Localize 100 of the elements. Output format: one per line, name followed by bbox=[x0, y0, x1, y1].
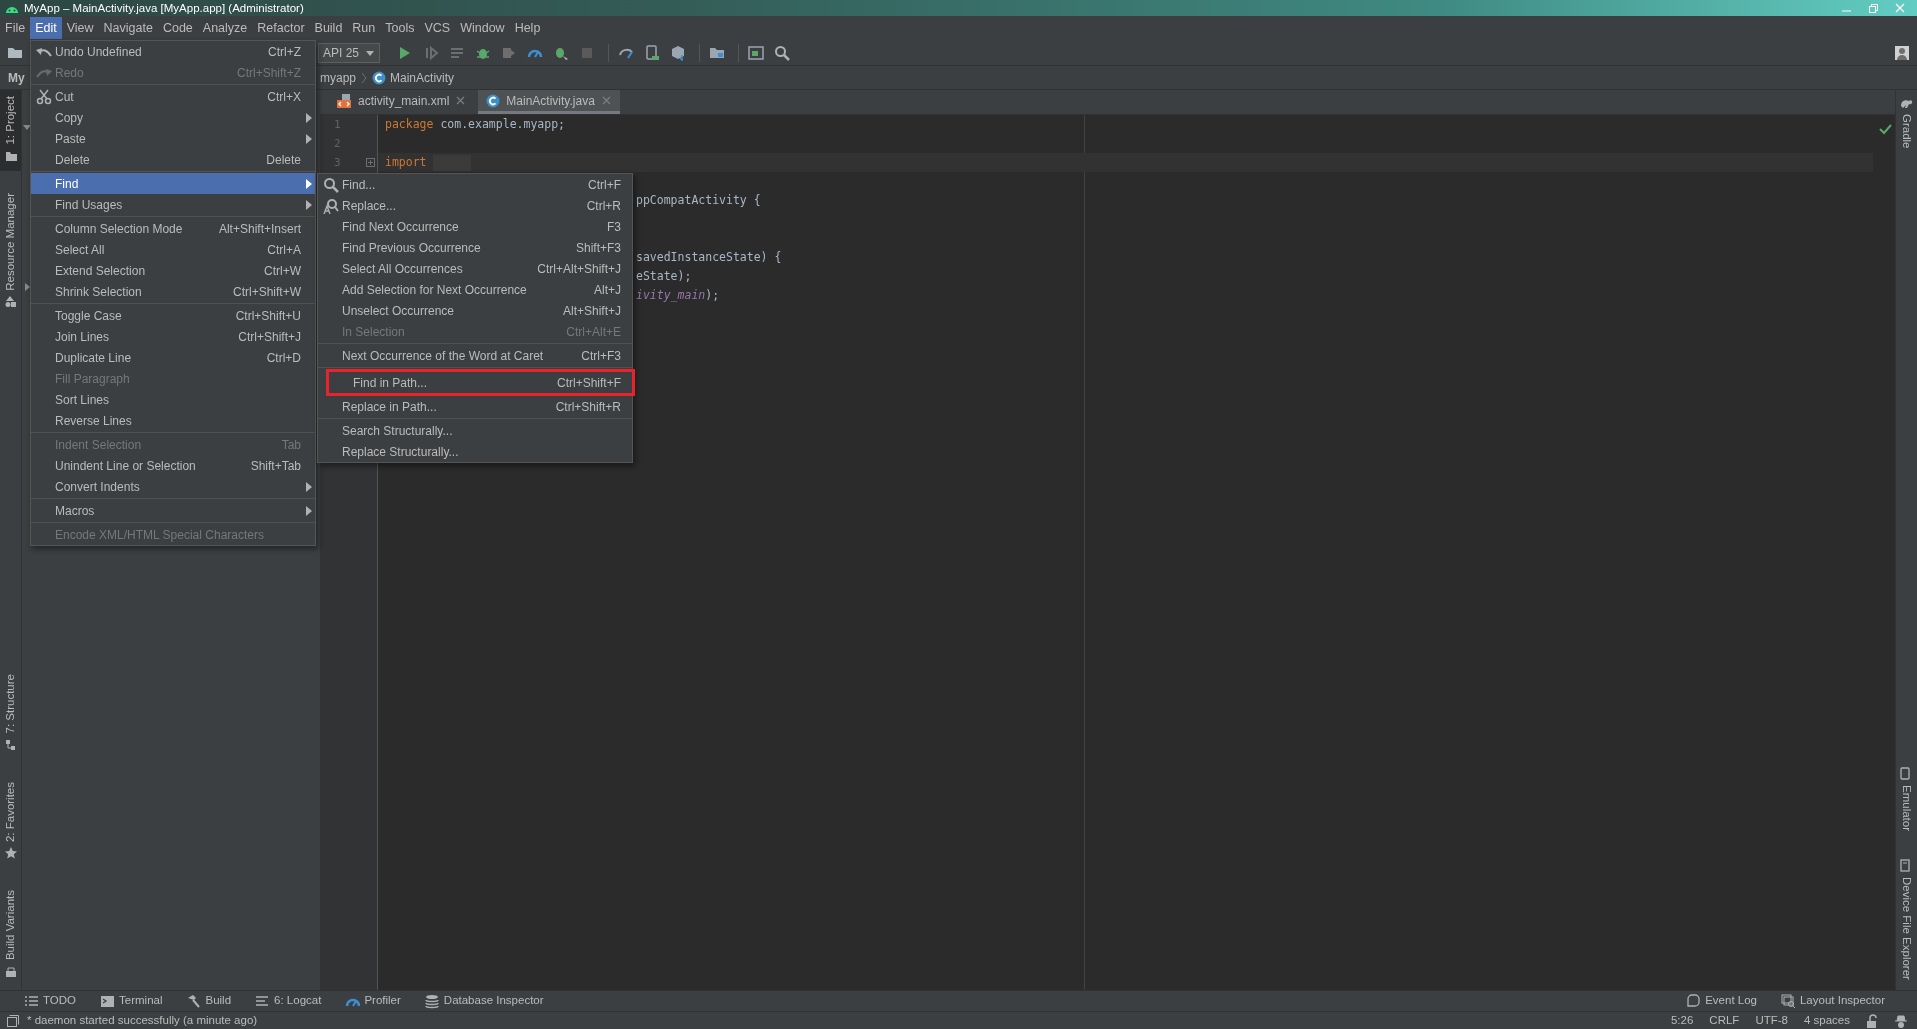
menu-item[interactable]: Find... Ctrl+F bbox=[318, 174, 632, 195]
status-item[interactable]: CRLF bbox=[1709, 1011, 1740, 1029]
restore-icon[interactable] bbox=[1868, 2, 1879, 14]
menu-item[interactable]: Duplicate Line Ctrl+D bbox=[31, 347, 315, 368]
menu-item[interactable]: Cut Ctrl+X bbox=[31, 86, 315, 107]
run-configuration-dropdown[interactable]: API 25 bbox=[318, 42, 381, 63]
fold-icon[interactable] bbox=[366, 158, 375, 167]
menu-item[interactable]: Find Previous Occurrence Shift+F3 bbox=[318, 237, 632, 258]
user-icon[interactable] bbox=[1894, 44, 1910, 61]
menu-item[interactable]: Find Next Occurrence F3 bbox=[318, 216, 632, 237]
menu-item[interactable]: Build bbox=[309, 17, 348, 39]
breadcrumb-item[interactable]: MainActivity bbox=[390, 68, 455, 87]
submenu-arrow-icon bbox=[304, 504, 312, 517]
menu-item[interactable]: Unindent Line or Selection Shift+Tab bbox=[31, 455, 315, 476]
code-line: ivity_main); bbox=[636, 287, 720, 304]
menu-item[interactable]: View bbox=[61, 17, 99, 39]
tool-window-button[interactable]: Terminal bbox=[92, 991, 171, 1011]
undo-icon bbox=[36, 46, 52, 57]
menu-item[interactable]: Delete Delete bbox=[31, 149, 315, 170]
terminal-icon bbox=[100, 993, 115, 1009]
tool-window-tab[interactable]: Gradle bbox=[1896, 90, 1917, 155]
search-icon[interactable] bbox=[774, 44, 791, 61]
tool-window-tab[interactable]: Device File Explorer bbox=[1896, 853, 1917, 986]
tool-window-button[interactable]: TODO bbox=[16, 991, 84, 1011]
editor-tab[interactable]: MainActivity.java bbox=[478, 90, 620, 114]
menu-item[interactable]: VCS bbox=[419, 17, 456, 39]
device-icon[interactable] bbox=[644, 44, 661, 61]
tool-window-tab[interactable]: 1: Project bbox=[0, 90, 21, 171]
close-icon[interactable] bbox=[455, 95, 467, 106]
menu-item[interactable]: Refactor bbox=[252, 17, 310, 39]
menu-item[interactable]: Window bbox=[455, 17, 510, 39]
tool-window-tab[interactable]: Build Variants bbox=[0, 883, 21, 986]
menu-item[interactable]: Undo Undefined Ctrl+Z bbox=[31, 41, 315, 62]
breadcrumb-item[interactable]: myapp bbox=[320, 68, 357, 87]
tool-window-button[interactable]: Profiler bbox=[337, 991, 409, 1011]
menu-item[interactable]: Help bbox=[509, 17, 546, 39]
close-icon[interactable] bbox=[600, 95, 612, 106]
menu-item[interactable]: Column Selection Mode Alt+Shift+Insert bbox=[31, 218, 315, 239]
menu-item[interactable]: Find Usages bbox=[31, 194, 315, 215]
menu-item[interactable]: Select All Ctrl+A bbox=[31, 239, 315, 260]
inspector-hat-icon[interactable] bbox=[1893, 1013, 1909, 1028]
menu-item[interactable]: Tools bbox=[380, 17, 420, 39]
hammer-icon bbox=[186, 993, 202, 1009]
status-item[interactable]: UTF-8 bbox=[1755, 1011, 1788, 1029]
menu-item[interactable]: Sort Lines bbox=[31, 389, 315, 410]
menu-item[interactable]: Paste bbox=[31, 128, 315, 149]
menu-item[interactable]: Macros bbox=[31, 500, 315, 521]
lock-icon[interactable] bbox=[1866, 1013, 1877, 1028]
status-item[interactable]: 4 spaces bbox=[1803, 1011, 1850, 1029]
tool-window-tab[interactable]: Emulator bbox=[1896, 761, 1917, 838]
menu-item[interactable]: File bbox=[0, 17, 31, 39]
list-icon bbox=[24, 993, 39, 1009]
window-title: MyApp – MainActivity.java [MyApp.app] (Administrator) bbox=[24, 1, 304, 16]
status-item[interactable]: 5:26 bbox=[1670, 1011, 1694, 1029]
menu-item[interactable]: Analyze bbox=[197, 17, 253, 39]
menu-item[interactable]: Select All Occurrences Ctrl+Alt+Shift+J bbox=[318, 258, 632, 279]
replace-icon bbox=[323, 197, 339, 214]
menu-item[interactable]: Code bbox=[157, 17, 198, 39]
menu-item[interactable]: Navigate bbox=[98, 17, 158, 39]
menu-item[interactable]: Copy bbox=[31, 107, 315, 128]
menu-item[interactable]: Replace Structurally... bbox=[318, 441, 632, 462]
editor-tab[interactable]: activity_main.xml bbox=[328, 90, 475, 114]
panel-toggle-icon[interactable] bbox=[6, 1013, 19, 1028]
database-icon bbox=[424, 993, 440, 1009]
menu-item[interactable]: Join Lines Ctrl+Shift+J bbox=[31, 326, 315, 347]
menu-item[interactable]: Find bbox=[31, 173, 315, 194]
menu-item[interactable]: Reverse Lines bbox=[31, 410, 315, 431]
menu-item[interactable]: Toggle Case Ctrl+Shift+U bbox=[31, 305, 315, 326]
menu-item[interactable]: Edit bbox=[30, 17, 62, 39]
menu-item[interactable]: Run bbox=[347, 17, 381, 39]
xml-file-icon bbox=[336, 92, 352, 109]
menu-item[interactable]: Unselect Occurrence Alt+Shift+J bbox=[318, 300, 632, 321]
cube-icon[interactable] bbox=[670, 44, 687, 61]
menu-item[interactable]: Extend Selection Ctrl+W bbox=[31, 260, 315, 281]
menu-item[interactable]: Search Structurally... bbox=[318, 420, 632, 441]
submenu-arrow-icon bbox=[304, 198, 312, 211]
tool-window-button[interactable]: Database Inspector bbox=[416, 991, 552, 1011]
tool-window-button[interactable]: Event Log bbox=[1678, 991, 1765, 1011]
tool-window-button[interactable]: Layout Inspector bbox=[1772, 991, 1893, 1011]
submenu-arrow-icon bbox=[304, 132, 312, 145]
tool-window-tab[interactable]: 2: Favorites bbox=[0, 775, 21, 868]
tool-window-button[interactable]: Build bbox=[178, 991, 240, 1011]
tool-window-tab[interactable]: Resource Manager bbox=[0, 186, 21, 317]
code-line: savedInstanceState) { bbox=[636, 249, 782, 266]
chevron-icon bbox=[360, 71, 369, 84]
code-line: eState); bbox=[636, 268, 692, 285]
close-icon[interactable] bbox=[1895, 2, 1905, 13]
rerun-icon[interactable] bbox=[423, 44, 440, 61]
menu-item[interactable]: Convert Indents bbox=[31, 476, 315, 497]
lines-icon bbox=[255, 993, 271, 1009]
tool-window-button[interactable]: 6: Logcat bbox=[247, 991, 330, 1011]
menu-item[interactable]: Next Occurrence of the Word at Caret Ctrl+F3 bbox=[318, 345, 632, 366]
window-icon[interactable] bbox=[748, 44, 765, 61]
menu-item[interactable]: Find in Path... Ctrl+Shift+F bbox=[326, 369, 635, 396]
menu-item[interactable]: Replace... Ctrl+R bbox=[318, 195, 632, 216]
class-icon bbox=[372, 70, 387, 85]
menu-item[interactable]: Replace in Path... Ctrl+Shift+R bbox=[318, 396, 632, 417]
menu-item[interactable]: Add Selection for Next Occurrence Alt+J bbox=[318, 279, 632, 300]
menu-item[interactable]: Shrink Selection Ctrl+Shift+W bbox=[31, 281, 315, 302]
tool-window-tab[interactable]: 7: Structure bbox=[0, 668, 21, 760]
